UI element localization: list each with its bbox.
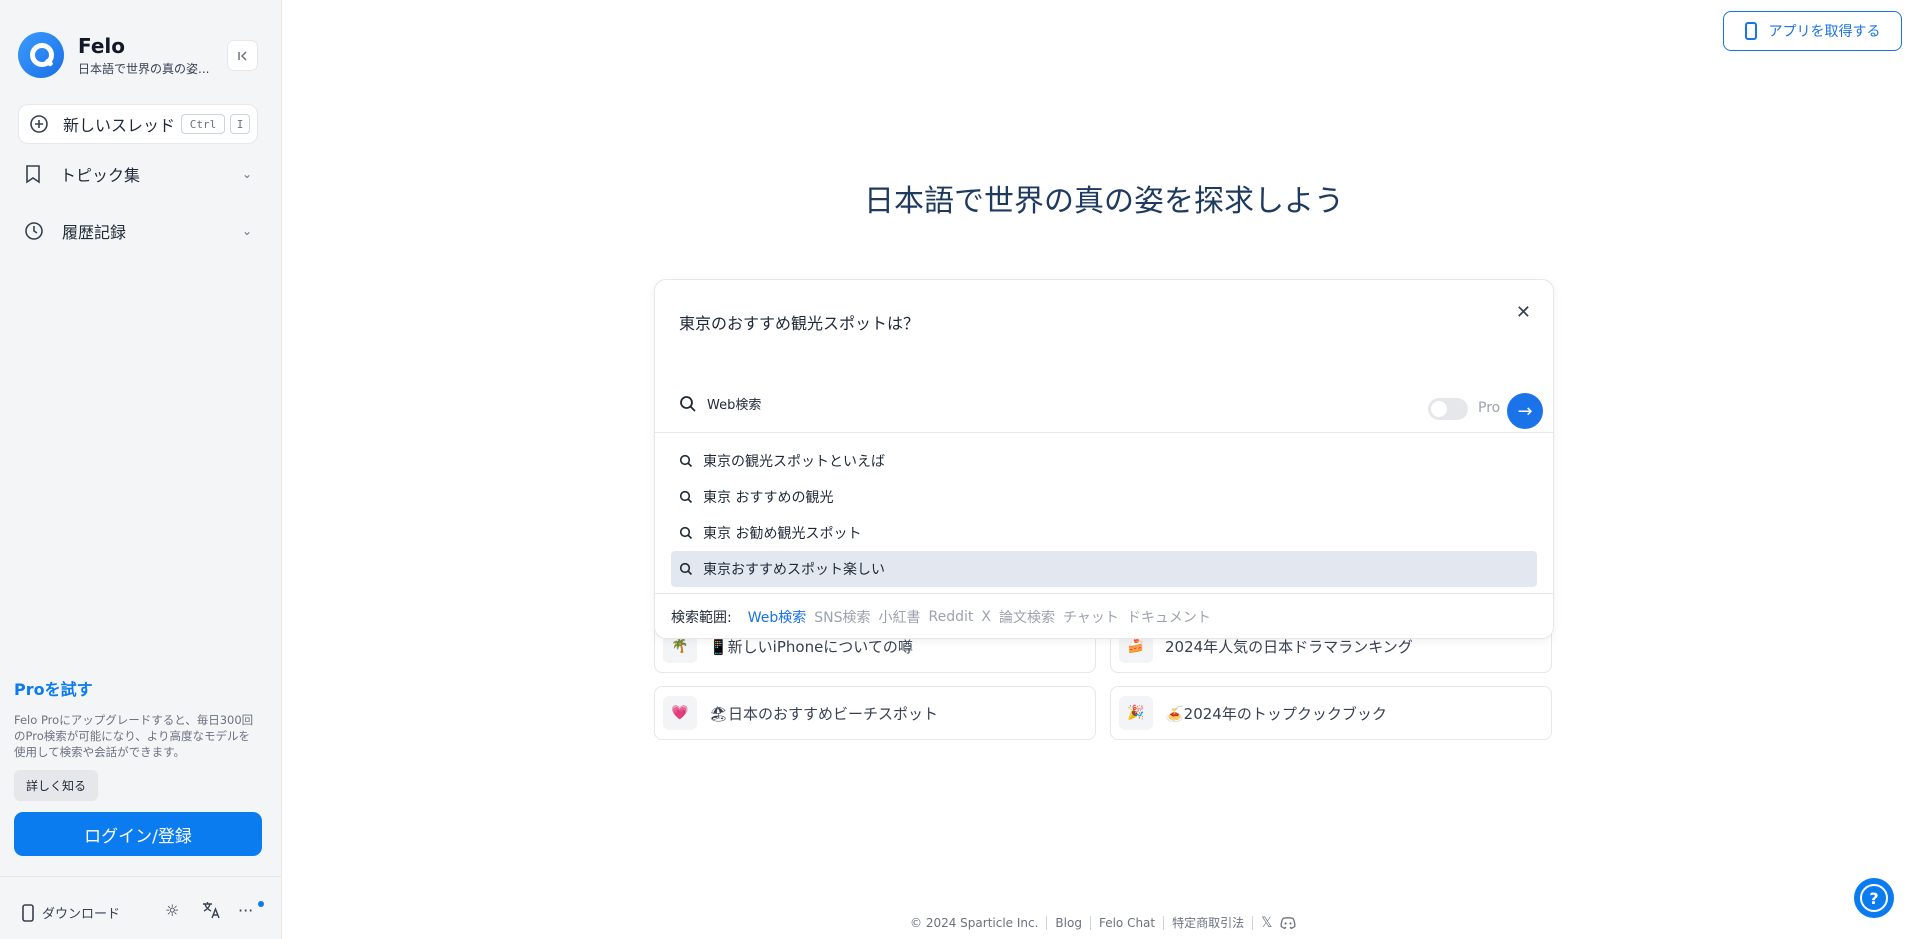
scope-option-xiaohongshu[interactable]: 小紅書	[879, 607, 921, 627]
theme-sun-icon[interactable]: ☼	[165, 901, 179, 920]
brand-tagline: 日本語で世界の真の姿...	[78, 61, 210, 76]
topic-label: 🏖日本のおすすめビーチスポット	[709, 704, 939, 723]
search-box: 東京のおすすめ観光スポットは？ ✕ Web検索 Pro → 東京の観光スポットと…	[654, 279, 1554, 639]
suggestion-list: 東京の観光スポットといえば 東京 おすすめの観光 東京 お勧め観光スポット 東京…	[655, 432, 1553, 587]
scope-option-documents[interactable]: ドキュメント	[1127, 607, 1211, 627]
get-app-button[interactable]: アプリを取得する	[1723, 11, 1902, 51]
chevron-down-icon: ⌄	[241, 224, 252, 238]
footer-link-felo-chat[interactable]: Felo Chat	[1099, 916, 1155, 930]
shortcut-ctrl-key: Ctrl	[181, 114, 225, 134]
pro-toggle-label: Pro	[1478, 400, 1501, 416]
brand-name: Felo	[78, 33, 126, 58]
search-icon	[679, 454, 693, 468]
suggestion-text: 東京 おすすめの観光	[703, 490, 834, 506]
scope-option-chat[interactable]: チャット	[1063, 607, 1119, 627]
search-scope-bar: 検索範囲: Web検索 SNS検索 小紅書 Reddit X 論文検索 チャット…	[655, 593, 1553, 639]
scope-label: 検索範囲:	[671, 609, 732, 626]
footer-link-legal[interactable]: 特定商取引法	[1172, 914, 1244, 931]
suggestion-text: 東京の観光スポットといえば	[703, 454, 885, 470]
mobile-icon	[1744, 22, 1757, 40]
new-chat-icon	[30, 115, 48, 133]
collapse-left-icon	[237, 50, 247, 61]
topic-label: 🍝2024年のトップクックブック	[1165, 704, 1387, 723]
new-thread-label: 新しいスレッド	[63, 116, 176, 135]
hero-title: 日本語で世界の真の姿を探求しよう	[864, 184, 1344, 219]
download-button[interactable]: ダウンロード	[22, 903, 120, 922]
suggestion-item-active[interactable]: 東京おすすめスポット楽しい	[671, 551, 1537, 587]
suggestion-text: 東京 お勧め観光スポット	[703, 526, 862, 542]
topic-card[interactable]: 💗 🏖日本のおすすめビーチスポット	[654, 686, 1096, 740]
scope-option-reddit[interactable]: Reddit	[929, 609, 974, 625]
topic-card[interactable]: 🎉 🍝2024年のトップクックブック	[1110, 686, 1552, 740]
send-button[interactable]: →	[1507, 393, 1543, 429]
suggestion-item[interactable]: 東京 おすすめの観光	[671, 479, 1537, 515]
pro-promo: Proを試す Felo Proにアップグレードすると、毎日300回のPro検索が…	[14, 676, 264, 801]
pro-description: Felo Proにアップグレードすると、毎日300回のPro検索が可能になり、よ…	[14, 713, 254, 759]
notification-dot	[258, 901, 264, 907]
sidebar-item-label: 履歴記録	[62, 223, 127, 242]
search-icon	[680, 395, 696, 412]
x-social-icon[interactable]: 𝕏	[1261, 915, 1272, 931]
new-thread-button[interactable]: 新しいスレッド Ctrl I	[18, 104, 258, 144]
page-footer: © 2024 Sparticle Inc. Blog Felo Chat 特定商…	[910, 914, 1296, 931]
scope-option-sns[interactable]: SNS検索	[814, 607, 870, 627]
translate-icon[interactable]	[201, 901, 221, 919]
suggestion-item[interactable]: 東京 お勧め観光スポット	[671, 515, 1537, 551]
scope-option-x[interactable]: X	[981, 609, 991, 625]
get-app-label: アプリを取得する	[1768, 24, 1881, 40]
scope-option-web[interactable]: Web検索	[748, 607, 807, 627]
search-icon	[679, 562, 693, 576]
arrow-right-icon: →	[1517, 400, 1533, 422]
shortcut-i-key: I	[230, 114, 250, 134]
discord-icon[interactable]	[1280, 916, 1296, 929]
suggestion-item[interactable]: 東京の観光スポットといえば	[671, 443, 1537, 479]
learn-more-button[interactable]: 詳しく知る	[14, 770, 99, 801]
bookmark-icon	[26, 165, 40, 184]
footer-link-blog[interactable]: Blog	[1055, 916, 1082, 930]
search-icon	[679, 526, 693, 540]
clear-search-button[interactable]: ✕	[1516, 302, 1531, 323]
sidebar-item-history[interactable]: 履歴記録 ⌄	[24, 215, 260, 247]
pro-toggle[interactable]	[1428, 398, 1468, 420]
search-mode-selector[interactable]: Web検索	[679, 394, 761, 413]
sidebar-footer: ダウンロード ☼ ···	[0, 876, 282, 939]
more-options-icon[interactable]: ···	[238, 901, 253, 920]
sidebar-item-topics[interactable]: トピック集 ⌄	[24, 158, 260, 190]
login-register-button[interactable]: ログイン/登録	[14, 812, 262, 856]
search-icon	[679, 490, 693, 504]
download-label: ダウンロード	[42, 907, 121, 922]
sidebar: Felo 日本語で世界の真の姿... 新しいスレッド Ctrl I トピック集 …	[0, 0, 282, 939]
mobile-icon	[22, 903, 34, 922]
collapse-sidebar-button[interactable]	[227, 40, 258, 71]
topic-emoji: 🎉	[1119, 696, 1153, 730]
chevron-down-icon: ⌄	[241, 167, 252, 181]
sidebar-item-label: トピック集	[60, 166, 141, 185]
copyright: © 2024 Sparticle Inc.	[910, 915, 1039, 930]
suggestion-text: 東京おすすめスポット楽しい	[703, 562, 885, 578]
history-icon	[25, 222, 43, 240]
brand[interactable]: Felo 日本語で世界の真の姿...	[18, 32, 209, 78]
felo-logo	[18, 32, 64, 78]
scope-option-papers[interactable]: 論文検索	[999, 607, 1055, 627]
pro-title: Proを試す	[14, 680, 93, 699]
search-input[interactable]: 東京のおすすめ観光スポットは？	[679, 310, 919, 334]
topic-emoji: 💗	[663, 696, 697, 730]
search-mode-label: Web検索	[707, 398, 762, 413]
question-icon: ?	[1860, 884, 1888, 912]
help-button[interactable]: ?	[1854, 878, 1894, 918]
